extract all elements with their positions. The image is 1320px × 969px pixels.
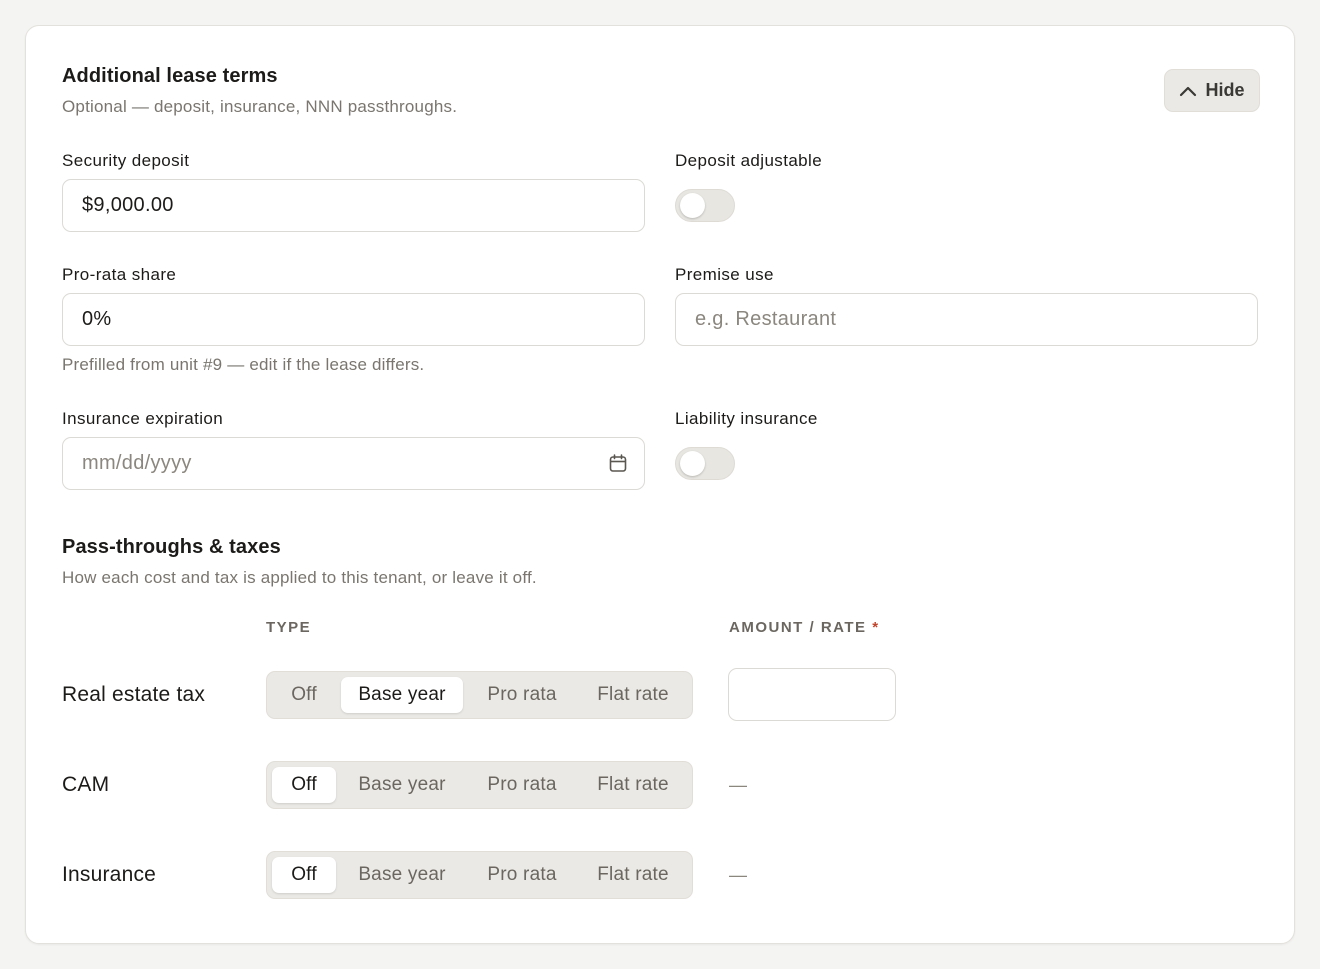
option-pro-rata[interactable]: Pro rata <box>468 677 576 713</box>
option-pro-rata[interactable]: Pro rata <box>468 857 576 893</box>
option-off[interactable]: Off <box>272 767 336 803</box>
chevron-up-icon <box>1179 85 1197 97</box>
cam-type-selector: Off Base year Pro rata Flat rate <box>266 761 693 809</box>
pro-rata-share-label: Pro-rata share <box>62 265 177 284</box>
pro-rata-hint: Prefilled from unit #9 — edit if the lea… <box>62 355 425 374</box>
toggle-knob <box>680 451 705 476</box>
cam-amount-empty: — <box>729 775 747 795</box>
option-flat-rate[interactable]: Flat rate <box>581 677 685 713</box>
option-base-year[interactable]: Base year <box>341 857 463 893</box>
column-header-amount: AMOUNT / RATE * <box>729 619 880 636</box>
real-estate-tax-type-selector: Off Base year Pro rata Flat rate <box>266 671 693 719</box>
insurance-expiration-label: Insurance expiration <box>62 409 224 428</box>
option-base-year[interactable]: Base year <box>341 677 463 713</box>
passthrough-row-label: CAM <box>62 773 110 796</box>
option-flat-rate[interactable]: Flat rate <box>581 857 685 893</box>
security-deposit-label: Security deposit <box>62 151 190 170</box>
security-deposit-input[interactable] <box>62 179 645 232</box>
hide-button[interactable]: Hide <box>1164 69 1260 112</box>
premise-use-label: Premise use <box>675 265 774 284</box>
real-estate-tax-amount-input[interactable] <box>728 668 896 721</box>
option-flat-rate[interactable]: Flat rate <box>581 767 685 803</box>
pro-rata-share-input[interactable] <box>62 293 645 346</box>
liability-insurance-toggle[interactable] <box>675 447 735 480</box>
lease-terms-card: Additional lease terms Optional — deposi… <box>25 25 1295 944</box>
passthroughs-subtitle: How each cost and tax is applied to this… <box>62 568 537 587</box>
premise-use-input[interactable] <box>675 293 1258 346</box>
column-header-type: TYPE <box>266 619 312 636</box>
passthrough-row-label: Insurance <box>62 863 157 886</box>
insurance-type-selector: Off Base year Pro rata Flat rate <box>266 851 693 899</box>
column-header-amount-label: AMOUNT / RATE <box>729 619 867 636</box>
option-pro-rata[interactable]: Pro rata <box>468 767 576 803</box>
option-base-year[interactable]: Base year <box>341 767 463 803</box>
deposit-adjustable-toggle[interactable] <box>675 189 735 222</box>
toggle-knob <box>680 193 705 218</box>
insurance-amount-empty: — <box>729 865 747 885</box>
liability-insurance-label: Liability insurance <box>675 409 818 428</box>
required-mark: * <box>872 619 880 636</box>
hide-button-label: Hide <box>1205 80 1245 100</box>
calendar-icon[interactable] <box>609 454 627 478</box>
option-off[interactable]: Off <box>272 677 336 713</box>
passthrough-row-label: Real estate tax <box>62 683 206 706</box>
option-off[interactable]: Off <box>272 857 336 893</box>
insurance-expiration-input[interactable] <box>62 437 645 490</box>
section-title: Additional lease terms <box>62 65 278 87</box>
deposit-adjustable-label: Deposit adjustable <box>675 151 823 170</box>
section-subtitle: Optional — deposit, insurance, NNN passt… <box>62 97 458 116</box>
passthroughs-title: Pass-throughs & taxes <box>62 536 281 558</box>
